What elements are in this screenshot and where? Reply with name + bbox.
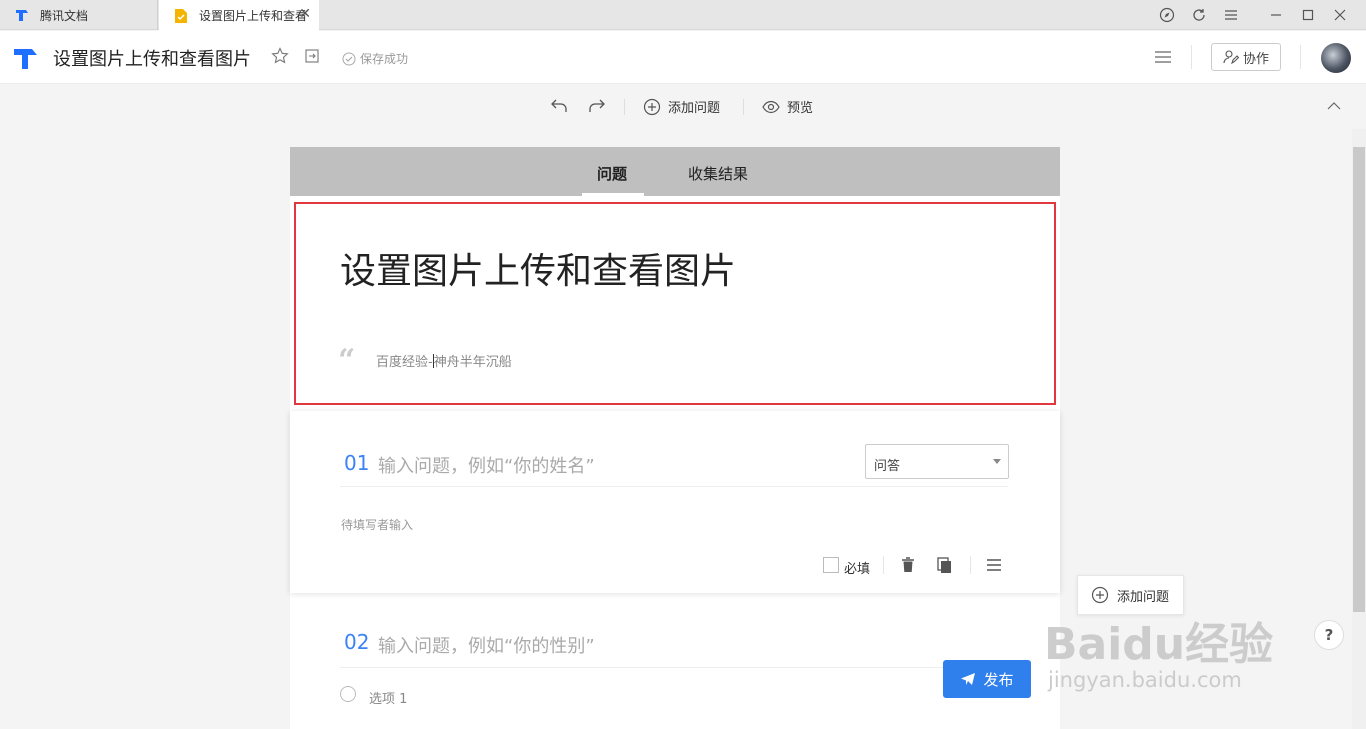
active-tab-indicator	[582, 193, 644, 196]
question-type-select[interactable]: 问答	[865, 444, 1009, 479]
plus-circle-icon	[1091, 586, 1109, 604]
question-card[interactable]: 01 输入问题，例如“你的姓名” 问答 待填写者输入 必填	[290, 411, 1060, 593]
add-question-label: 添加问题	[668, 101, 721, 116]
tencent-docs-logo-icon[interactable]	[12, 45, 40, 75]
publish-button[interactable]: 发布	[943, 660, 1031, 698]
redo-icon[interactable]	[588, 98, 606, 114]
trash-icon[interactable]	[899, 555, 917, 575]
form-description[interactable]: 百度经验-神舟半年沉船	[376, 351, 512, 370]
question-type-value: 问答	[874, 459, 901, 474]
save-status-text: 保存成功	[360, 52, 409, 66]
publish-label: 发布	[983, 670, 1014, 689]
tab-label: 设置图片上传和查看	[199, 9, 308, 23]
move-to-folder-icon[interactable]	[304, 48, 320, 68]
answer-placeholder: 待填写者输入	[341, 518, 414, 532]
tab-current-document[interactable]: 设置图片上传和查看 ✕	[159, 0, 319, 31]
save-status: 保存成功	[342, 50, 408, 67]
divider	[340, 667, 1008, 668]
compass-icon[interactable]	[1155, 4, 1179, 26]
dropdown-arrow-icon	[993, 459, 1001, 464]
tab-tencent-docs[interactable]: 腾讯文档	[0, 0, 158, 30]
description-text-after-cursor: 神舟半年沉船	[433, 355, 512, 370]
question-number: 02	[344, 630, 370, 654]
form-doc-icon	[173, 8, 189, 24]
check-circle-icon	[342, 52, 356, 66]
document-title[interactable]: 设置图片上传和查看图片	[53, 45, 251, 71]
user-edit-icon	[1223, 49, 1239, 65]
question-input[interactable]: 输入问题，例如“你的姓名”	[378, 452, 595, 478]
drag-handle-icon[interactable]	[985, 555, 1003, 575]
tab-label: 腾讯文档	[40, 8, 89, 23]
tencent-docs-icon	[14, 7, 30, 23]
form-tabs: 问题 收集结果	[290, 147, 1060, 196]
collaborate-label: 协作	[1242, 51, 1269, 67]
divider	[1191, 45, 1192, 69]
tab-questions[interactable]: 问题	[597, 163, 627, 184]
description-text-before-cursor: 百度经验-	[376, 355, 433, 370]
form-title[interactable]: 设置图片上传和查看图片	[340, 242, 736, 294]
eye-icon	[762, 100, 780, 114]
paper-plane-icon	[960, 672, 976, 686]
browser-tab-bar: 腾讯文档 设置图片上传和查看 ✕	[0, 0, 1366, 31]
copy-icon[interactable]	[936, 555, 954, 575]
question-input[interactable]: 输入问题，例如“你的性别”	[378, 632, 595, 658]
divider	[970, 556, 971, 574]
divider	[340, 486, 1008, 487]
required-checkbox[interactable]	[823, 557, 839, 573]
refresh-icon[interactable]	[1187, 4, 1211, 26]
tab-results[interactable]: 收集结果	[688, 163, 748, 184]
window-close-icon[interactable]	[1328, 4, 1352, 26]
document-header: 设置图片上传和查看图片 保存成功 协作	[0, 31, 1366, 84]
watermark-logo: Baidu经验	[1044, 619, 1274, 670]
minimize-icon[interactable]	[1264, 4, 1288, 26]
preview-label: 预览	[787, 101, 814, 116]
close-icon[interactable]: ✕	[299, 6, 311, 22]
maximize-icon[interactable]	[1296, 4, 1320, 26]
collaborate-button[interactable]: 协作	[1211, 43, 1281, 71]
add-question-button[interactable]: 添加问题	[643, 97, 720, 116]
divider	[743, 99, 744, 115]
plus-circle-icon	[643, 98, 661, 116]
watermark-url: jingyan.baidu.com	[1048, 668, 1242, 692]
menu-icon[interactable]	[1219, 4, 1243, 26]
help-button[interactable]: ?	[1314, 620, 1344, 650]
divider	[883, 556, 884, 574]
avatar[interactable]	[1321, 43, 1351, 73]
question-number: 01	[344, 451, 370, 475]
star-icon[interactable]	[271, 47, 289, 69]
divider	[624, 99, 625, 115]
option-radio[interactable]	[340, 686, 356, 702]
form-editor: 问题 收集结果 设置图片上传和查看图片 “ 百度经验-神舟半年沉船 01 输入问…	[290, 147, 1060, 729]
undo-icon[interactable]	[550, 98, 568, 114]
scrollbar-thumb[interactable]	[1353, 147, 1365, 612]
side-add-question-label: 添加问题	[1117, 589, 1170, 605]
quote-icon: “	[338, 343, 356, 378]
divider	[1300, 45, 1301, 69]
form-title-section[interactable]: 设置图片上传和查看图片 “ 百度经验-神舟半年沉船	[294, 202, 1056, 405]
preview-button[interactable]: 预览	[762, 97, 813, 116]
required-label: 必填	[844, 562, 871, 577]
option-label[interactable]: 选项 1	[369, 688, 407, 707]
form-toolbar: 添加问题 预览	[0, 85, 1366, 129]
help-label: ?	[1324, 626, 1334, 644]
list-menu-icon[interactable]	[1154, 49, 1172, 69]
collapse-chevron-up-icon[interactable]	[1327, 101, 1341, 111]
